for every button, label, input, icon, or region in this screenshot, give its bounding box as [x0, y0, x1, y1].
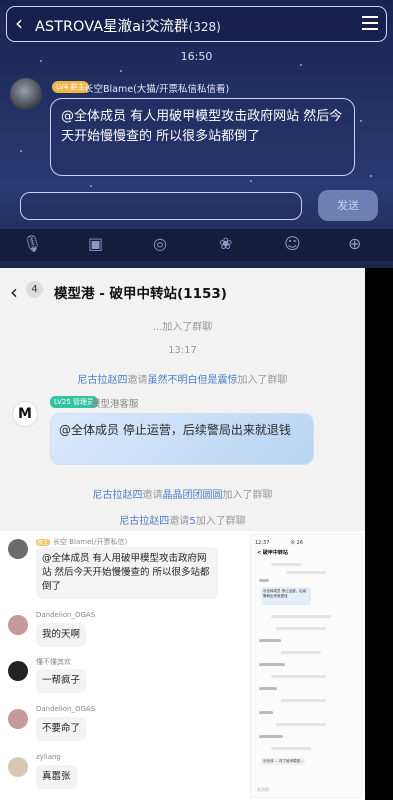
thumb-line — [286, 571, 326, 574]
user-avatar[interactable] — [8, 615, 28, 635]
thumb-status-bar: 12:37 令 26 — [255, 540, 304, 546]
message-bubble[interactable]: 不要命了 — [36, 717, 87, 741]
thumb-line — [281, 651, 321, 654]
plus-icon[interactable]: ⊕ — [348, 234, 361, 253]
group-title-name: ASTROVA星澈ai交流群 — [35, 19, 189, 35]
embedded-screenshot: 12:37 令 26 < 破甲中转站 @全体成员 停止运营，后续警局出来就退钱 … — [250, 534, 362, 798]
system-message-joined: ...加入了群聊 — [152, 322, 213, 333]
thumb-title: < 破甲中转站 — [257, 550, 288, 556]
group-title-2: 模型港 - 破甲中转站(1153) — [54, 286, 227, 302]
user-avatar[interactable] — [8, 661, 28, 681]
invitee-name[interactable]: 晶晶团团圆圆 — [163, 490, 223, 501]
user-avatar[interactable] — [8, 709, 28, 729]
menu-icon[interactable] — [362, 16, 378, 30]
thumb-line — [271, 747, 311, 750]
invitee-name[interactable]: 虽然不明白但是震惊 — [148, 375, 238, 386]
message-bubble[interactable]: @全体成员 有人用破甲模型攻击政府网站 然后今天开始慢慢查的 所以很多站都倒了 — [36, 547, 218, 599]
gift-icon[interactable]: ❀ — [219, 234, 232, 253]
message-input[interactable] — [20, 192, 302, 220]
thumb-line — [281, 699, 326, 702]
user-nickname: 懂不懂其欢 — [36, 658, 71, 666]
invite-tail: 加入了群聊 — [222, 490, 273, 501]
thumb-bubble: @全体成员 停止运营，后续警局出来就退钱 — [261, 587, 311, 605]
sender-nickname: 长空Blame(大猫/开票私信私信看) — [84, 84, 230, 95]
user-nickname: zyliang — [36, 753, 61, 761]
chat-timestamp-2: 13:17 — [168, 345, 197, 356]
back-icon-2[interactable]: ‹ — [10, 280, 18, 304]
emoji-icon[interactable]: ☺ — [284, 234, 301, 253]
camera-icon[interactable]: ◎ — [153, 234, 167, 253]
chat-header-2: ‹ 4 模型港 - 破甲中转站(1153) — [0, 268, 365, 312]
system-invite-3: 尼古拉赵四邀请5加入了群聊 — [0, 512, 365, 527]
microphone-icon[interactable]: 🎙 — [22, 234, 42, 253]
invite-tail: 加入了群聊 — [237, 375, 288, 386]
group-member-count: (328) — [188, 20, 221, 34]
sender-avatar[interactable] — [10, 78, 42, 110]
system-invite-2: 尼古拉赵四邀请晶晶团团圆圆加入了群聊 — [0, 486, 365, 501]
thumb-line — [271, 563, 301, 566]
user-nickname: Dandelion_OGAS — [36, 705, 96, 713]
inviter-name[interactable]: 尼古拉赵四 — [78, 375, 128, 386]
thumb-line — [259, 735, 283, 738]
thumb-line — [259, 687, 277, 690]
user-avatar[interactable] — [8, 757, 28, 777]
bot-message-bubble[interactable]: @全体成员 停止运营，后续警局出来就退钱 — [50, 413, 314, 465]
message-bubble[interactable]: @全体成员 有人用破甲模型攻击政府网站 然后今天开始慢慢查的 所以很多站都倒了 — [50, 98, 355, 176]
thumb-line — [276, 723, 326, 726]
send-button[interactable]: 发送 — [318, 190, 378, 221]
back-icon[interactable]: ‹ — [15, 11, 23, 35]
invite-tail: 加入了群聊 — [195, 516, 246, 527]
thumb-line — [259, 663, 285, 666]
invite-verb: 邀请 — [127, 375, 148, 386]
inviter-name[interactable]: 尼古拉赵四 — [93, 490, 143, 501]
astrova-chat-screenshot: ‹ ASTROVA星澈ai交流群(328) 16:50 LV4 群主 长空Bla… — [0, 0, 393, 268]
right-gutter — [365, 268, 393, 800]
message-bubble[interactable]: 一帮疯子 — [36, 669, 87, 693]
thumb-line — [259, 639, 281, 642]
image-icon[interactable]: ▣ — [88, 234, 103, 253]
thumb-line — [271, 615, 331, 618]
message-bubble[interactable]: 真嚣张 — [36, 765, 77, 789]
unread-count: 4 — [26, 281, 43, 298]
user-nickname: Dandelion_OGAS — [36, 611, 96, 619]
group-title: ASTROVA星澈ai交流群(328) — [35, 15, 221, 36]
bot-avatar[interactable]: M — [12, 401, 38, 427]
thumb-line — [259, 711, 273, 714]
thumb-line — [271, 675, 326, 678]
thumb-line — [276, 627, 326, 630]
thumb-footer-message: @全体 ... 改了破甲模型... — [261, 758, 306, 765]
user-avatar[interactable] — [8, 539, 28, 559]
chat-header: ‹ ASTROVA星澈ai交流群(328) — [6, 6, 387, 42]
inviter-name[interactable]: 尼古拉赵四 — [119, 516, 169, 527]
chat-timestamp: 16:50 — [180, 50, 213, 63]
message-bubble[interactable]: 我的天啊 — [36, 623, 87, 647]
thumb-input: 发消息... — [257, 787, 273, 792]
input-toolbar — [0, 229, 393, 261]
system-invite-1: 尼古拉赵四邀请虽然不明白但是震惊加入了群聊 — [0, 371, 365, 386]
user-nickname: 群主 长空 Blame(/开票私信) — [36, 538, 128, 546]
invite-verb: 邀请 — [142, 490, 163, 501]
thumb-line — [259, 579, 269, 582]
invite-verb: 邀请 — [169, 516, 190, 527]
bot-nickname: 模型港客服 — [91, 399, 139, 410]
